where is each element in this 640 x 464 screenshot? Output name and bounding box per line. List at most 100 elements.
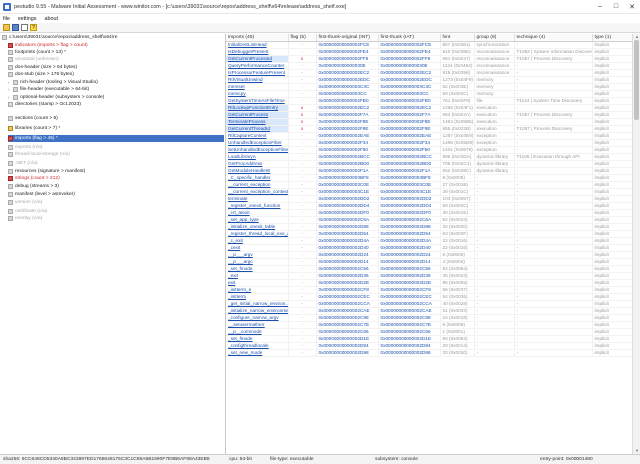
column-header[interactable]: flag (5)	[288, 34, 317, 42]
import-name[interactable]: memcpy	[226, 90, 289, 98]
tree-item[interactable]: resources (signature > manifest)	[8, 168, 224, 175]
import-name[interactable]: RtlCaptureContext	[226, 132, 289, 140]
column-header[interactable]: group (8)	[474, 34, 515, 42]
import-name[interactable]: memset	[226, 83, 289, 91]
expand-chevron-icon[interactable]: ›	[8, 87, 12, 92]
table-row[interactable]: RtlLookupFunctionEntry x 0x00000000000002E…	[226, 104, 632, 112]
import-name[interactable]: _initialize_onexit_table	[226, 223, 289, 231]
table-row[interactable]: exit -0x00000000000002D2E 0x00000000000002…	[226, 279, 632, 287]
import-name[interactable]: GetCurrentProcess	[226, 111, 289, 119]
tree-item[interactable]: › file-header (executable > 64-bit)	[8, 86, 224, 93]
table-row[interactable]: _exit -0x00000000000002D36 0x0000000000000…	[226, 272, 632, 280]
table-row[interactable]: _C_specific_handler -0x00000000000003BF8 0…	[226, 174, 632, 182]
table-row[interactable]: terminate -0x00000000000002DD2 0x000000000…	[226, 195, 632, 203]
scroll-thumb[interactable]	[634, 40, 639, 120]
tree-item[interactable]: c:\users\39031\source\repos\address_shel…	[2, 34, 224, 41]
table-row[interactable]: GetCurrentProcessId x 0x00000000000002FF8 0…	[226, 55, 632, 63]
import-name[interactable]: __setusermatherr	[226, 321, 289, 329]
menu-settings[interactable]: settings	[18, 16, 37, 22]
import-name[interactable]: TerminateProcess	[226, 118, 289, 126]
table-row[interactable]: _initterm_e -0x00000000000002CF8 0x0000000…	[226, 286, 632, 294]
import-name[interactable]: _initterm_e	[226, 286, 289, 294]
expand-chevron-icon[interactable]: ›	[8, 95, 12, 100]
tree-item[interactable]: libraries (count > 7) *	[8, 125, 224, 132]
column-header[interactable]: first-thunk-original (INT)	[316, 34, 379, 42]
table-row[interactable]: GetCurrentThreadId x 0x00000000000002F9E 0x…	[226, 125, 632, 133]
close-button[interactable]: ✕	[624, 0, 640, 14]
column-header[interactable]: hint	[440, 34, 475, 42]
import-name[interactable]: _exit	[226, 272, 289, 280]
import-name[interactable]: _configure_narrow_argv	[226, 314, 289, 322]
import-name[interactable]: _set_new_mode	[226, 349, 289, 357]
maximize-button[interactable]: □	[608, 0, 624, 14]
table-row[interactable]: _set_app_type -0x00000000000002C6A 0x00000…	[226, 216, 632, 224]
table-row[interactable]: RtlVirtualUnwind -0x00000000000002EDC 0x00…	[226, 76, 632, 84]
tree-item[interactable]: virustotal (unknown)	[8, 56, 224, 63]
import-name[interactable]: _register_onexit_function	[226, 202, 289, 210]
tree-item[interactable]: version (n/a)	[8, 199, 224, 206]
tree-item[interactable]: dos-header (size > 64 bytes)	[8, 64, 224, 71]
table-row[interactable]: _set_fmode -0x00000000000002D1E 0x00000000…	[226, 335, 632, 343]
tree-item[interactable]: footprints (count > 13) *	[8, 49, 224, 56]
import-name[interactable]: IsDebuggerPresent	[226, 48, 289, 56]
import-name[interactable]: __p___argv	[226, 251, 289, 259]
menu-file[interactable]: file	[3, 16, 10, 22]
minimize-button[interactable]: –	[592, 0, 608, 14]
tree-item[interactable]: certificate (n/a)	[8, 208, 224, 215]
import-name[interactable]: _initterm	[226, 293, 289, 301]
table-row[interactable]: _initialize_narrow_environme... -0x000000…	[226, 307, 632, 315]
import-name[interactable]: GetCurrentThreadId	[226, 125, 289, 133]
tree-item[interactable]: directories (stamp > Oct.2023)	[8, 101, 224, 108]
table-row[interactable]: RtlCaptureContext -0x00000000000002EAE 0x0…	[226, 132, 632, 140]
import-name[interactable]: QueryPerformanceCounter	[226, 62, 289, 70]
table-row[interactable]: GetModuleHandleW -0x00000000000002F1A 0x00…	[226, 167, 632, 175]
table-row[interactable]: _initialize_onexit_table -0x0000000000000…	[226, 223, 632, 231]
table-row[interactable]: _crt_atexit -0x00000000000002DF0 0x0000000…	[226, 209, 632, 217]
help-icon[interactable]: ?	[30, 24, 37, 31]
import-name[interactable]: GetProcAddress	[226, 160, 289, 168]
table-row[interactable]: _initterm -0x00000000000002CEC 0x000000000…	[226, 293, 632, 301]
table-row[interactable]: LoadLibraryA -0x00000000000002BCC 0x000000…	[226, 153, 632, 161]
tree-item[interactable]: sections (count > 6)	[8, 115, 224, 122]
table-row[interactable]: __p___argv -0x00000000000002D24 0x00000000…	[226, 251, 632, 259]
table-row[interactable]: UnhandledExceptionFilter -0x0000000000000…	[226, 139, 632, 147]
tree-item[interactable]: › rich-header (tooling > Visual Studio)	[8, 79, 224, 86]
tree-item[interactable]: indicators (imports > flag > count)	[8, 42, 224, 49]
table-row[interactable]: QueryPerformanceCounter -0x00000000000003…	[226, 62, 632, 70]
tree-item[interactable]: dos-stub (size > 176 bytes)	[8, 71, 224, 78]
import-name[interactable]: InitializeSListHead	[226, 41, 289, 49]
table-row[interactable]: SetUnhandledExceptionFilter -0x0000000000…	[226, 146, 632, 154]
import-name[interactable]: __current_exception_context	[226, 188, 289, 196]
table-row[interactable]: InitializeSListHead -0x00000000000002FCE 0…	[226, 41, 632, 49]
import-name[interactable]: _C_specific_handler	[226, 174, 289, 182]
import-name[interactable]: _set_fmode	[226, 265, 289, 273]
import-name[interactable]: _cexit	[226, 244, 289, 252]
import-name[interactable]: IsProcessorFeaturePresent	[226, 69, 289, 77]
table-row[interactable]: memset -0x00000000000003C3C 0x000000000000…	[226, 83, 632, 91]
import-name[interactable]: _set_fmode	[226, 335, 289, 343]
import-name[interactable]: SetUnhandledExceptionFilter	[226, 146, 289, 154]
tree-item[interactable]: .NET (n/a)	[8, 160, 224, 167]
menu-about[interactable]: about	[44, 16, 58, 22]
vertical-scrollbar[interactable]: ▲ ▼	[632, 34, 640, 454]
import-name[interactable]: _c_exit	[226, 237, 289, 245]
import-name[interactable]: LoadLibraryA	[226, 153, 289, 161]
table-row[interactable]: _get_initial_narrow_environ... -0x0000000…	[226, 300, 632, 308]
tree-item[interactable]: overlay (n/a)	[8, 215, 224, 222]
tree-item[interactable]: exports (n/a)	[8, 144, 224, 151]
tree-item[interactable]: › optional-header (subsystem > console)	[8, 94, 224, 101]
import-name[interactable]: _configthreadlocale	[226, 342, 289, 350]
tree-item[interactable]: thread-local-storage (n/a)	[8, 151, 224, 158]
table-row[interactable]: _configure_narrow_argv -0x00000000000002C…	[226, 314, 632, 322]
table-row[interactable]: _configthreadlocale -0x00000000000002D84 0…	[226, 342, 632, 350]
column-header[interactable]: first-thunk (IAT)	[378, 34, 441, 42]
tree-item[interactable]: strings (count > 212)	[8, 175, 224, 182]
import-name[interactable]: _crt_atexit	[226, 209, 289, 217]
table-row[interactable]: IsDebuggerPresent -0x00000000000002FE4 0x0…	[226, 48, 632, 56]
table-row[interactable]: GetProcAddress -0x00000000000002BD0 0x0000…	[226, 160, 632, 168]
import-name[interactable]: RtlLookupFunctionEntry	[226, 104, 289, 112]
column-header[interactable]: type (1)	[592, 34, 632, 42]
table-row[interactable]: __p___argc -0x00000000000002D14 0x00000000…	[226, 258, 632, 266]
open-icon[interactable]	[3, 24, 10, 31]
table-row[interactable]: _cexit -0x00000000000002D40 0x000000000000…	[226, 244, 632, 252]
